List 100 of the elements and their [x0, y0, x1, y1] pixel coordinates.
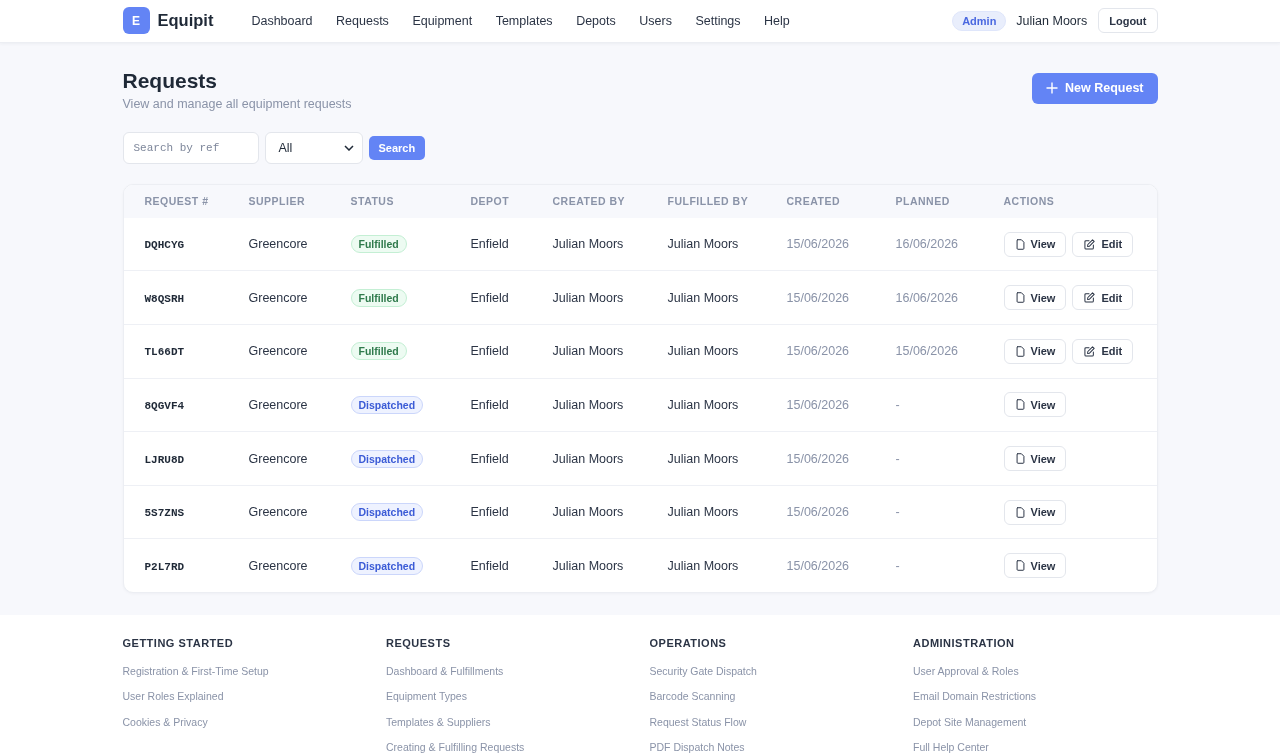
logout-button[interactable]: Logout — [1098, 8, 1158, 34]
column-header: CREATED BY — [552, 195, 625, 208]
table-cell: Julian Moors — [667, 344, 739, 359]
edit-button[interactable]: Edit — [1072, 231, 1134, 257]
status-select[interactable]: All — [264, 131, 363, 164]
date-cell: 15/06/2026 — [786, 237, 850, 252]
page-subtitle: View and manage all equipment requests — [122, 95, 352, 113]
status-badge: Fulfilled — [350, 288, 407, 307]
status-badge: Dispatched — [350, 556, 424, 575]
table-cell: Greencore — [248, 558, 308, 573]
nav-link[interactable]: Equipment — [412, 13, 473, 28]
column-header: FULFILLED BY — [667, 195, 749, 208]
document-icon — [1015, 345, 1025, 357]
table-cell: Greencore — [248, 397, 308, 412]
table-cell: Greencore — [248, 237, 308, 252]
table-cell: Julian Moors — [552, 505, 624, 520]
table-cell: Greencore — [248, 344, 308, 359]
date-cell: 16/06/2026 — [895, 290, 959, 305]
view-button[interactable]: View — [1003, 285, 1067, 311]
column-header: DEPOT — [470, 195, 510, 208]
table-cell: Greencore — [248, 290, 308, 305]
date-cell: 15/06/2026 — [786, 558, 850, 573]
request-ref: P2L7RD — [144, 560, 185, 573]
table-cell: Enfield — [470, 237, 509, 252]
date-cell: 15/06/2026 — [786, 344, 850, 359]
footer-heading: REQUESTS — [386, 636, 451, 651]
role-badge: Admin — [952, 10, 1007, 31]
table-cell: Enfield — [470, 451, 509, 466]
table-cell: Julian Moors — [667, 397, 739, 412]
edit-button[interactable]: Edit — [1072, 338, 1134, 364]
edit-icon — [1084, 292, 1096, 304]
edit-icon — [1084, 345, 1096, 357]
footer-heading: OPERATIONS — [649, 636, 727, 651]
footer-heading: GETTING STARTED — [122, 636, 234, 651]
document-icon — [1015, 560, 1025, 572]
nav-link[interactable]: Depots — [576, 13, 616, 28]
column-header: REQUEST # — [144, 195, 209, 208]
footer-heading: ADMINISTRATION — [913, 636, 1015, 651]
plus-icon — [1046, 82, 1058, 95]
edit-button[interactable]: Edit — [1072, 285, 1134, 311]
column-header: STATUS — [350, 195, 394, 208]
table-cell: Enfield — [470, 344, 509, 359]
request-ref: W8QSRH — [144, 292, 185, 305]
date-cell: 15/06/2026 — [895, 344, 959, 359]
request-ref: 8QGVF4 — [144, 399, 185, 412]
nav-link[interactable]: Dashboard — [251, 13, 313, 28]
date-cell: 15/06/2026 — [786, 505, 850, 520]
column-header: PLANNED — [895, 195, 950, 208]
table-cell: Julian Moors — [667, 558, 739, 573]
date-cell: - — [895, 558, 900, 573]
column-header: SUPPLIER — [248, 195, 305, 208]
nav-link[interactable]: Users — [639, 13, 672, 28]
table-cell: Julian Moors — [667, 290, 739, 305]
table-cell: Julian Moors — [552, 344, 624, 359]
status-badge: Fulfilled — [350, 235, 407, 254]
request-ref: 5S7ZNS — [144, 507, 185, 520]
view-button[interactable]: View — [1003, 231, 1067, 257]
table-cell: Julian Moors — [667, 451, 739, 466]
chevron-icon — [343, 144, 354, 151]
view-button[interactable]: View — [1003, 553, 1067, 579]
table-cell: Julian Moors — [667, 237, 739, 252]
table-cell: Enfield — [470, 397, 509, 412]
table-cell: Julian Moors — [552, 397, 624, 412]
date-cell: 15/06/2026 — [786, 290, 850, 305]
date-cell: - — [895, 505, 900, 520]
status-badge: Dispatched — [350, 503, 424, 522]
table-cell: Julian Moors — [552, 237, 624, 252]
document-icon — [1015, 399, 1025, 411]
date-cell: 15/06/2026 — [786, 451, 850, 466]
nav-link[interactable]: Requests — [336, 13, 389, 28]
table-cell: Greencore — [248, 505, 308, 520]
document-icon — [1015, 453, 1025, 464]
table-cell: Enfield — [470, 558, 509, 573]
table-cell: Julian Moors — [552, 558, 624, 573]
table-cell: Greencore — [248, 451, 308, 466]
date-cell: - — [895, 397, 900, 412]
brand-name[interactable]: Equipit — [157, 11, 214, 31]
table-cell: Julian Moors — [552, 290, 624, 305]
search-field[interactable]: Search by ref — [122, 131, 259, 164]
date-cell: 15/06/2026 — [786, 397, 850, 412]
status-badge: Fulfilled — [350, 342, 407, 361]
edit-icon — [1084, 238, 1096, 250]
date-cell: 16/06/2026 — [895, 237, 959, 252]
view-button[interactable]: View — [1003, 446, 1067, 471]
status-badge: Dispatched — [350, 395, 424, 414]
table-cell: Julian Moors — [552, 451, 624, 466]
view-button[interactable]: View — [1003, 338, 1067, 364]
table-cell: Enfield — [470, 505, 509, 520]
document-icon — [1015, 238, 1025, 250]
nav-link[interactable]: Settings — [695, 13, 741, 28]
request-ref: TL66DT — [144, 346, 185, 359]
table-cell: Enfield — [470, 290, 509, 305]
nav-link[interactable]: Help — [764, 13, 790, 28]
user-name: Julian Moors — [1016, 13, 1088, 28]
table-cell: Julian Moors — [667, 505, 739, 520]
request-ref: DQHCYG — [144, 239, 185, 252]
nav-link[interactable]: Templates — [495, 13, 553, 28]
view-button[interactable]: View — [1003, 499, 1067, 525]
view-button[interactable]: View — [1003, 392, 1067, 418]
date-cell: - — [895, 451, 900, 466]
